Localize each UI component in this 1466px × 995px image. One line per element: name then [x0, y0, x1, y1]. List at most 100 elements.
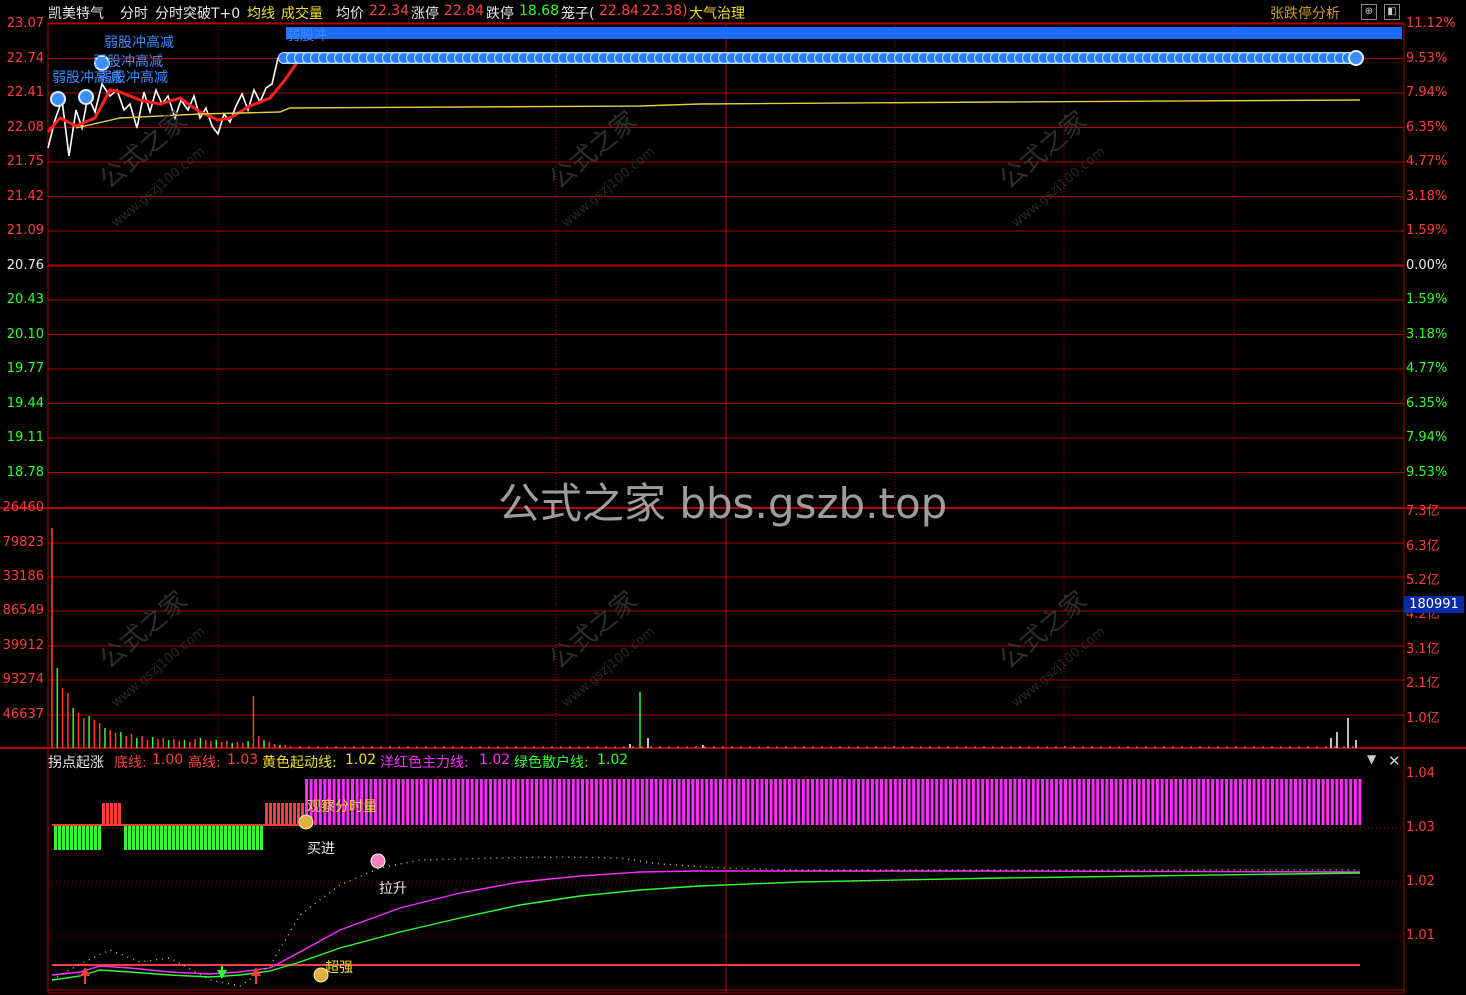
signal-bar — [935, 779, 939, 825]
vol-left-tick: 79823 — [2, 535, 44, 550]
signal-bar — [654, 779, 658, 825]
signal-bar — [852, 779, 856, 825]
signal-bar — [861, 779, 865, 825]
signal-bar — [420, 779, 423, 825]
signal-bar — [1064, 779, 1067, 825]
signal-bar — [1146, 779, 1150, 825]
signal-bar — [240, 826, 243, 850]
signal-bar — [172, 826, 175, 850]
signal-bar — [236, 826, 239, 850]
close-icon[interactable]: ✕ — [1388, 752, 1401, 770]
signal-bar — [1151, 779, 1155, 825]
magenta-line-value: 1.02 — [479, 752, 511, 768]
signal-bar — [1335, 779, 1339, 825]
signal-bar — [705, 779, 709, 825]
signal-bar — [140, 826, 143, 850]
signal-bar — [866, 779, 870, 825]
signal-bar — [461, 779, 465, 825]
signal-bar — [106, 803, 109, 825]
signal-bar — [535, 779, 538, 825]
dropdown-icon[interactable]: ▼ — [1367, 752, 1376, 766]
signal-bar — [613, 779, 617, 825]
vol-right-tick: 1.0亿 — [1406, 711, 1440, 726]
signal-bar — [1229, 779, 1233, 825]
signal-bar — [737, 779, 741, 825]
signal-bar — [200, 826, 203, 850]
signal-bar — [479, 779, 483, 825]
signal-bar — [78, 826, 81, 850]
signal-bar — [774, 779, 778, 825]
signal-bar — [1197, 779, 1201, 825]
price-annotation: 弱股冲高减 — [104, 35, 174, 51]
price-right-tick: 6.35% — [1406, 119, 1448, 135]
signal-bar — [1317, 779, 1320, 825]
price-right-tick: 7.94% — [1406, 430, 1448, 445]
signal-bar — [981, 779, 985, 825]
signal-bar — [160, 826, 163, 850]
signal-bar — [401, 779, 405, 825]
signal-bar — [1050, 779, 1054, 825]
signal-bar — [834, 779, 837, 825]
signal-bar — [732, 779, 736, 825]
signal-bar — [383, 779, 387, 825]
signal-bar — [1211, 779, 1215, 825]
signal-bar — [811, 779, 814, 825]
signal-bar — [232, 826, 235, 850]
signal-bar — [433, 779, 437, 825]
signal-bar — [709, 779, 713, 825]
signal-bar — [1174, 779, 1178, 825]
signal-bar — [493, 779, 497, 825]
signal-bar — [1041, 779, 1044, 825]
signal-bar — [392, 779, 396, 825]
signal-bar — [857, 779, 860, 825]
signal-bar — [1183, 779, 1187, 825]
signal-bar — [1004, 779, 1008, 825]
up-arrow-icon — [251, 967, 261, 976]
signal-bar — [269, 803, 272, 825]
vol-left-tick: 86549 — [2, 603, 44, 618]
signal-bar — [438, 779, 442, 825]
signal-bar — [723, 779, 727, 825]
signal-bar — [98, 826, 101, 850]
signal-bar — [953, 779, 957, 825]
indicator-title[interactable]: 拐点起涨 — [48, 752, 104, 772]
signal-bar — [1142, 779, 1146, 825]
price-right-tick: 9.53% — [1406, 464, 1448, 480]
signal-bar — [1206, 779, 1210, 825]
signal-bar — [447, 779, 451, 825]
signal-bar — [944, 779, 948, 825]
signal-bar — [788, 779, 791, 825]
price-left-tick: 19.77 — [6, 361, 44, 376]
signal-bar — [985, 779, 989, 825]
signal-bar — [281, 803, 284, 825]
flower-icon — [370, 853, 386, 869]
signal-bar — [967, 779, 971, 825]
signal-bar — [581, 779, 584, 825]
signal-bar — [1073, 779, 1077, 825]
signal-bar — [875, 779, 879, 825]
signal-bar — [1110, 779, 1113, 825]
sub-right-tick: 1.01 — [1406, 928, 1435, 943]
signal-bar — [452, 779, 456, 825]
signal-bar — [1294, 779, 1297, 825]
signal-bar — [1234, 779, 1238, 825]
signal-bar — [1340, 779, 1343, 825]
signal-bar — [916, 779, 920, 825]
signal-bar — [824, 779, 828, 825]
signal-bar — [502, 779, 506, 825]
signal-bar — [903, 779, 906, 825]
yellow-line-value: 1.02 — [345, 752, 377, 768]
price-left-tick: 19.11 — [6, 430, 44, 445]
signal-bar — [939, 779, 943, 825]
avg-price-line — [75, 99, 1361, 129]
signal-bar — [1100, 779, 1104, 825]
signal-bar — [289, 803, 292, 825]
signal-bar — [898, 779, 902, 825]
high-line-value: 1.03 — [227, 752, 259, 768]
price-left-tick: 22.41 — [6, 85, 44, 100]
green-line-label: 绿色散户线: — [514, 755, 589, 771]
signal-bar — [1358, 779, 1362, 825]
signal-bar — [415, 779, 419, 825]
signal-bar — [1137, 779, 1141, 825]
signal-bar — [475, 779, 479, 825]
